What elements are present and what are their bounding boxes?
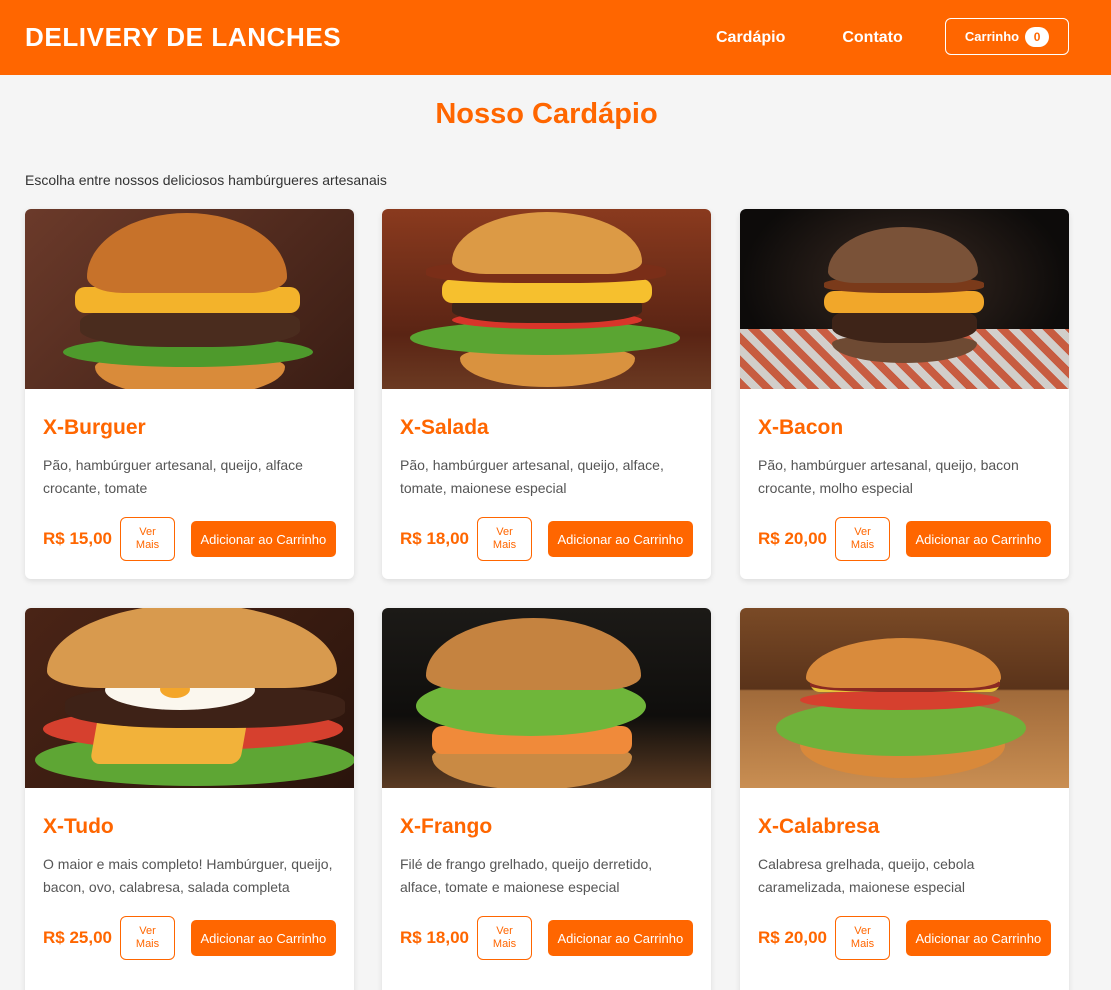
product-card: X-Tudo O maior e mais completo! Hambúrgu…	[25, 608, 354, 990]
product-description: Pão, hambúrguer artesanal, queijo, alfac…	[43, 457, 303, 496]
product-name: X-Frango	[400, 815, 493, 838]
product-price: R$ 20,00	[758, 928, 827, 947]
product-card: X-Frango Filé de frango grelhado, queijo…	[382, 608, 711, 990]
site-header: DELIVERY DE LANCHES Cardápio Contato Car…	[0, 0, 1111, 75]
see-more-button[interactable]: Ver Mais	[120, 916, 175, 960]
product-price: R$ 15,00	[43, 529, 112, 548]
product-price: R$ 18,00	[400, 928, 469, 947]
page-title: Nosso Cardápio	[435, 98, 658, 130]
product-description: Calabresa grelhada, queijo, cebola caram…	[758, 856, 975, 895]
product-image[interactable]	[382, 608, 711, 788]
add-to-cart-button[interactable]: Adicionar ao Carrinho	[547, 521, 693, 557]
product-name: X-Burguer	[43, 416, 146, 439]
brand-logo[interactable]: DELIVERY DE LANCHES	[25, 22, 341, 53]
cart-count-badge: 0	[1025, 26, 1050, 47]
product-price: R$ 25,00	[43, 928, 112, 947]
product-image[interactable]	[25, 608, 354, 788]
product-image[interactable]	[740, 209, 1069, 389]
product-name: X-Salada	[400, 416, 489, 439]
see-more-button[interactable]: Ver Mais	[477, 517, 532, 561]
add-to-cart-button[interactable]: Adicionar ao Carrinho	[905, 521, 1051, 557]
add-to-cart-button[interactable]: Adicionar ao Carrinho	[905, 920, 1051, 956]
add-to-cart-button[interactable]: Adicionar ao Carrinho	[190, 521, 336, 557]
main-nav: Cardápio Contato	[716, 0, 903, 75]
product-description: O maior e mais completo! Hambúrguer, que…	[43, 856, 333, 895]
see-more-button[interactable]: Ver Mais	[835, 517, 890, 561]
product-image[interactable]	[25, 209, 354, 389]
product-card: X-Burguer Pão, hambúrguer artesanal, que…	[25, 209, 354, 579]
product-description: Pão, hambúrguer artesanal, queijo, bacon…	[758, 457, 1019, 496]
page-subtitle: Escolha entre nossos deliciosos hambúrgu…	[25, 172, 387, 188]
product-image[interactable]	[740, 608, 1069, 788]
product-card: X-Calabresa Calabresa grelhada, queijo, …	[740, 608, 1069, 990]
see-more-button[interactable]: Ver Mais	[120, 517, 175, 561]
add-to-cart-button[interactable]: Adicionar ao Carrinho	[190, 920, 336, 956]
product-card: X-Salada Pão, hambúrguer artesanal, quei…	[382, 209, 711, 579]
product-price: R$ 20,00	[758, 529, 827, 548]
product-price: R$ 18,00	[400, 529, 469, 548]
nav-link-cardapio[interactable]: Cardápio	[716, 29, 785, 47]
product-card: X-Bacon Pão, hambúrguer artesanal, queij…	[740, 209, 1069, 579]
product-image[interactable]	[382, 209, 711, 389]
product-description: Pão, hambúrguer artesanal, queijo, alfac…	[400, 457, 664, 496]
cart-label: Carrinho	[964, 29, 1020, 44]
see-more-button[interactable]: Ver Mais	[835, 916, 890, 960]
product-description: Filé de frango grelhado, queijo derretid…	[400, 856, 653, 895]
add-to-cart-button[interactable]: Adicionar ao Carrinho	[547, 920, 693, 956]
product-name: X-Calabresa	[758, 815, 880, 838]
see-more-button[interactable]: Ver Mais	[477, 916, 532, 960]
product-name: X-Tudo	[43, 815, 114, 838]
product-name: X-Bacon	[758, 416, 844, 439]
nav-link-contato[interactable]: Contato	[842, 29, 902, 47]
cart-button[interactable]: Carrinho 0	[945, 18, 1069, 55]
